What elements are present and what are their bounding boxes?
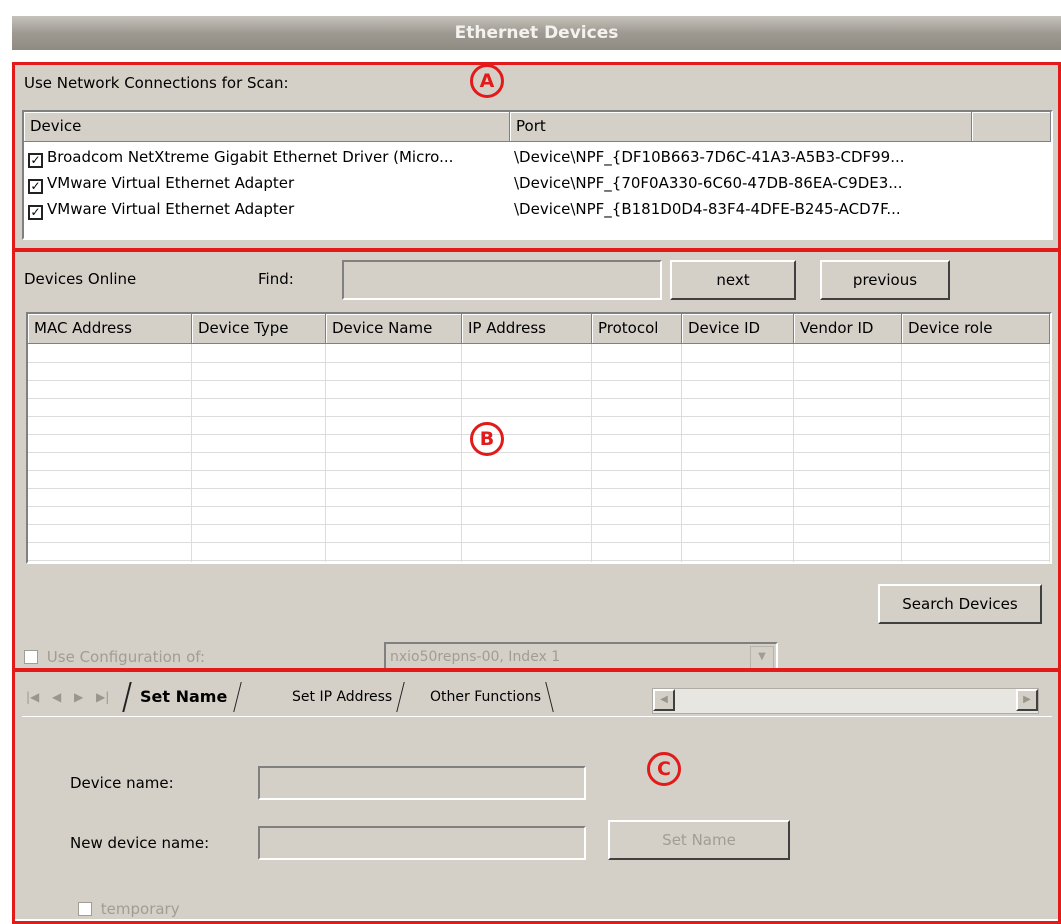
tab-scroll-next-icon[interactable]: ▶ [74, 690, 83, 704]
checkbox-checked-icon[interactable]: ✓ [28, 153, 43, 168]
network-connections-list[interactable]: Device Port ✓ Broadcom NetXtreme Gigabit … [22, 110, 1053, 240]
device-name: Broadcom NetXtreme Gigabit Ethernet Driv… [47, 148, 454, 166]
device-name: VMware Virtual Ethernet Adapter [47, 174, 295, 192]
column-header[interactable]: IP Address [462, 314, 592, 344]
column-header-device[interactable]: Device [24, 112, 510, 142]
tab-set-name[interactable]: Set Name [122, 682, 243, 712]
previous-button[interactable]: previous [820, 260, 950, 300]
tab-set-ip-address-label: Set IP Address [292, 689, 393, 705]
device-name-label: Device name: [70, 774, 174, 792]
devices-grid: MAC Address Device Type Device Name IP Addr… [28, 314, 1050, 562]
checkbox-checked-icon[interactable]: ✓ [28, 179, 43, 194]
horizontal-scrollbar[interactable]: ◀ ▶ [652, 688, 1039, 714]
window-title: Ethernet Devices [454, 23, 619, 43]
table-row[interactable] [28, 380, 1050, 399]
list-item[interactable]: ✓ VMware Virtual Ethernet Adapter \Device… [24, 171, 972, 195]
tab-scroll-prev-icon[interactable]: ◀ [52, 690, 61, 704]
port-name: \Device\NPF_{DF10B663-7D6C-41A3-A5B3-CDF… [514, 148, 905, 166]
column-header[interactable]: Vendor ID [794, 314, 902, 344]
table-row[interactable] [28, 470, 1050, 489]
list-item[interactable]: ✓ Broadcom NetXtreme Gigabit Ethernet Dri… [24, 145, 972, 169]
devices-table[interactable]: MAC Address Device Type Device Name IP Addr… [26, 312, 1052, 564]
configuration-select[interactable]: nxio50repns-00, Index 1 ▼ [384, 642, 778, 672]
search-devices-button[interactable]: Search Devices [878, 584, 1042, 624]
new-device-name-field[interactable] [258, 826, 586, 860]
device-name: VMware Virtual Ethernet Adapter [47, 200, 295, 218]
list-item[interactable]: ✓ VMware Virtual Ethernet Adapter \Device… [24, 197, 972, 221]
new-device-name-label: New device name: [70, 834, 210, 852]
find-input[interactable] [342, 260, 662, 300]
scroll-left-icon[interactable]: ◀ [653, 689, 675, 711]
table-row[interactable] [28, 542, 1050, 561]
devices-section: Devices Online Find: next previous MAC A… [12, 250, 1061, 672]
next-button[interactable]: next [670, 260, 796, 300]
use-configuration-checkbox[interactable] [24, 650, 38, 664]
table-row[interactable] [28, 506, 1050, 525]
port-name: \Device\NPF_{B181D0D4-83F4-4DFE-B245-ACD… [514, 200, 901, 218]
tab-scroll-last-icon[interactable]: ▶| [96, 690, 109, 704]
chevron-down-icon[interactable]: ▼ [750, 646, 774, 670]
tab-scroll-first-icon[interactable]: |◀ [26, 690, 39, 704]
column-header-empty [972, 112, 1051, 142]
temporary-checkbox[interactable] [78, 902, 92, 916]
port-name: \Device\NPF_{70F0A330-6C60-47DB-86EA-C9D… [514, 174, 903, 192]
column-header[interactable]: Device Type [192, 314, 326, 344]
scan-section: Use Network Connections for Scan: Device… [12, 62, 1061, 250]
functions-section: |◀ ◀ ▶ ▶| Set Name Set IP Address Other … [12, 670, 1061, 919]
annotation-label-b: B [470, 422, 504, 456]
column-header-port[interactable]: Port [510, 112, 972, 142]
table-row[interactable] [28, 398, 1050, 417]
tab-strip: |◀ ◀ ▶ ▶| Set Name Set IP Address Other … [22, 682, 1052, 717]
devices-online-label: Devices Online [24, 270, 137, 288]
scroll-right-icon[interactable]: ▶ [1016, 689, 1038, 711]
checkbox-checked-icon[interactable]: ✓ [28, 205, 43, 220]
use-configuration-label: Use Configuration of: [46, 648, 206, 666]
column-header[interactable]: Device Name [326, 314, 462, 344]
column-header[interactable]: MAC Address [28, 314, 192, 344]
table-row[interactable] [28, 452, 1050, 471]
tab-other-functions[interactable]: Other Functions [418, 682, 554, 712]
column-header[interactable]: Device role [902, 314, 1050, 344]
title-bar: Ethernet Devices [12, 16, 1061, 50]
scan-label: Use Network Connections for Scan: [24, 74, 289, 92]
tab-other-functions-label: Other Functions [430, 689, 542, 705]
configuration-value: nxio50repns-00, Index 1 [390, 649, 561, 665]
table-row[interactable] [28, 488, 1050, 507]
tab-set-name-label: Set Name [140, 687, 228, 706]
table-row[interactable] [28, 524, 1050, 543]
table-row[interactable] [28, 344, 1050, 363]
temporary-label: temporary [100, 900, 180, 918]
table-row[interactable] [28, 416, 1050, 435]
find-label: Find: [258, 270, 294, 288]
tab-set-ip-address[interactable]: Set IP Address [280, 682, 405, 712]
annotation-label-c: C [647, 752, 681, 786]
column-header[interactable]: Device ID [682, 314, 794, 344]
set-name-button[interactable]: Set Name [608, 820, 790, 860]
table-row[interactable] [28, 434, 1050, 453]
use-configuration-row[interactable]: Use Configuration of: [24, 648, 205, 666]
column-header[interactable]: Protocol [592, 314, 682, 344]
table-row[interactable] [28, 362, 1050, 381]
device-name-field[interactable] [258, 766, 586, 800]
temporary-row[interactable]: temporary [78, 900, 180, 918]
annotation-label-a: A [470, 64, 504, 98]
